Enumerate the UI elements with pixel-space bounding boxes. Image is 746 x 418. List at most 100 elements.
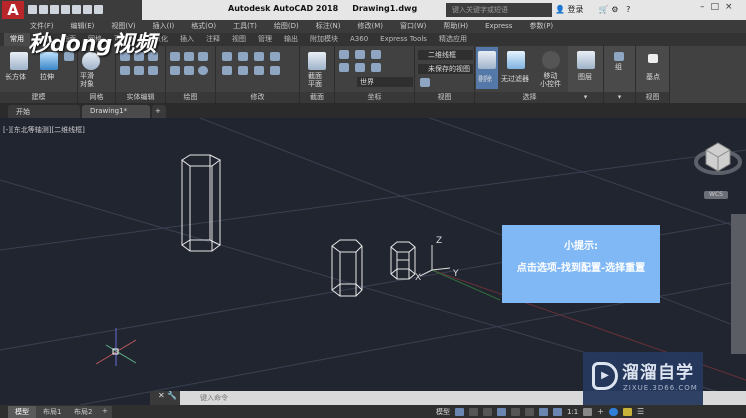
ucs-icon[interactable]	[339, 50, 349, 59]
box-icon[interactable]	[10, 52, 28, 70]
grid-icon[interactable]	[455, 407, 464, 416]
new-icon[interactable]	[28, 5, 37, 14]
tab-model[interactable]: 模型	[8, 406, 36, 418]
tab-drawing1[interactable]: Drawing1*	[82, 105, 150, 118]
ucs-world-icon[interactable]	[371, 50, 381, 59]
extrude-button[interactable]: 拉伸	[40, 72, 54, 82]
menu-dimension[interactable]: 标注(N)	[316, 20, 341, 33]
menu-help[interactable]: 帮助(H)	[443, 20, 468, 33]
base-point-icon[interactable]	[648, 54, 658, 63]
slice-icon[interactable]	[134, 66, 144, 75]
polyline-icon[interactable]	[170, 52, 180, 61]
print-icon[interactable]	[72, 5, 81, 14]
hardware-icon[interactable]	[622, 407, 632, 416]
menu-params[interactable]: 参数(P)	[529, 20, 553, 33]
tab-view[interactable]: 视图	[226, 33, 252, 46]
wrench-icon[interactable]: 🔧	[167, 391, 177, 400]
menu-modify[interactable]: 修改(M)	[357, 20, 383, 33]
named-view-dropdown[interactable]: 未保存的视图	[418, 64, 473, 74]
section-plane-icon[interactable]	[308, 52, 326, 70]
isolate-icon[interactable]	[608, 407, 618, 416]
annotation-scale[interactable]: 1:1	[567, 408, 578, 416]
layers-button[interactable]: 图层	[578, 72, 592, 82]
rotate-icon[interactable]	[238, 52, 248, 61]
customize-icon[interactable]: ☰	[637, 407, 644, 416]
ucs-x-icon[interactable]	[339, 63, 349, 72]
annotation-icon[interactable]	[553, 407, 562, 416]
save-as-icon[interactable]	[61, 5, 70, 14]
scale-icon[interactable]	[254, 52, 264, 61]
command-input[interactable]: 键入命令	[200, 393, 228, 403]
mirror-icon[interactable]	[270, 52, 280, 61]
command-line-controls[interactable]: ✕ 🔧	[150, 391, 180, 405]
save-icon[interactable]	[50, 5, 59, 14]
tab-layout1[interactable]: 布局1	[36, 406, 69, 418]
tab-featured-apps[interactable]: 精选应用	[433, 33, 473, 46]
spline-icon[interactable]	[170, 66, 180, 75]
menu-tools[interactable]: 工具(T)	[233, 20, 257, 33]
group-button[interactable]: 组	[615, 62, 622, 72]
add-layout-button[interactable]: +	[98, 406, 112, 418]
menu-window[interactable]: 窗口(W)	[400, 20, 426, 33]
line2-icon[interactable]	[184, 66, 194, 75]
layers-icon[interactable]	[577, 51, 595, 69]
tab-insert[interactable]: 插入	[174, 33, 200, 46]
ucs-z-icon[interactable]	[371, 63, 381, 72]
viewport-label[interactable]: [-][东北等轴测][二维线框]	[3, 125, 85, 135]
ucs-y-icon[interactable]	[355, 63, 365, 72]
isodraft-icon[interactable]	[511, 407, 520, 416]
model-space-button[interactable]: 模型	[436, 407, 450, 417]
menu-draw[interactable]: 绘图(D)	[274, 20, 299, 33]
box-button[interactable]: 长方体	[5, 72, 26, 82]
tab-start[interactable]: 开始	[8, 105, 80, 118]
tab-annotate[interactable]: 注释	[200, 33, 226, 46]
shell-icon[interactable]	[148, 66, 158, 75]
tab-layout2[interactable]: 布局2	[67, 406, 100, 418]
visual-style-dropdown[interactable]: 二维线框	[418, 50, 473, 60]
culling-button[interactable]: 剔除	[478, 74, 492, 84]
search-input[interactable]: 键入关键字或短语	[446, 3, 552, 17]
tab-addins[interactable]: 附加模块	[304, 33, 344, 46]
new-tab-button[interactable]: +	[152, 105, 166, 118]
ucs-dropdown[interactable]: 世界	[357, 77, 413, 87]
smooth-object-button[interactable]: 平滑 对象	[80, 72, 94, 88]
move-icon[interactable]	[222, 52, 232, 61]
arc-icon[interactable]	[198, 52, 208, 61]
menu-express[interactable]: Express	[485, 20, 512, 33]
section-plane-button[interactable]: 截面 平面	[308, 72, 322, 88]
window-controls[interactable]: –□×	[700, 2, 739, 12]
wcs-menu[interactable]: WCS	[704, 191, 728, 199]
open-icon[interactable]	[39, 5, 48, 14]
no-filter-icon[interactable]	[507, 51, 525, 69]
osnap-icon[interactable]	[525, 407, 534, 416]
tab-express-tools[interactable]: Express Tools	[374, 33, 433, 46]
workspace-icon[interactable]	[583, 407, 593, 416]
navigation-bar[interactable]	[731, 214, 746, 354]
tab-home[interactable]: 常用	[4, 33, 30, 46]
trim-icon[interactable]	[222, 66, 232, 75]
tab-manage[interactable]: 管理	[252, 33, 278, 46]
tab-a360[interactable]: A360	[344, 33, 374, 46]
menu-format[interactable]: 格式(O)	[191, 20, 216, 33]
tab-output[interactable]: 输出	[278, 33, 304, 46]
redo-icon[interactable]	[94, 5, 103, 14]
ortho-icon[interactable]	[483, 407, 492, 416]
edit-icon[interactable]	[120, 66, 130, 75]
fillet-icon[interactable]	[238, 66, 248, 75]
polar-icon[interactable]	[497, 407, 506, 416]
close-icon[interactable]: ✕	[158, 391, 165, 400]
culling-icon[interactable]	[478, 51, 496, 69]
no-filter-button[interactable]: 无过滤器	[501, 74, 529, 84]
snap-icon[interactable]	[469, 407, 478, 416]
array-icon[interactable]	[254, 66, 264, 75]
plus-icon[interactable]: +	[597, 407, 604, 416]
login-button[interactable]: 👤 登录 🛒 ⚙ ?	[555, 4, 630, 15]
move-gizmo-button[interactable]: 移动 小控件	[540, 72, 561, 88]
ucs-origin-icon[interactable]	[355, 50, 365, 59]
group-icon[interactable]	[614, 52, 624, 61]
line-icon[interactable]	[184, 52, 194, 61]
3dosnap-icon[interactable]	[539, 407, 548, 416]
circle-icon[interactable]	[198, 66, 208, 75]
undo-icon[interactable]	[83, 5, 92, 14]
erase-icon[interactable]	[270, 66, 280, 75]
